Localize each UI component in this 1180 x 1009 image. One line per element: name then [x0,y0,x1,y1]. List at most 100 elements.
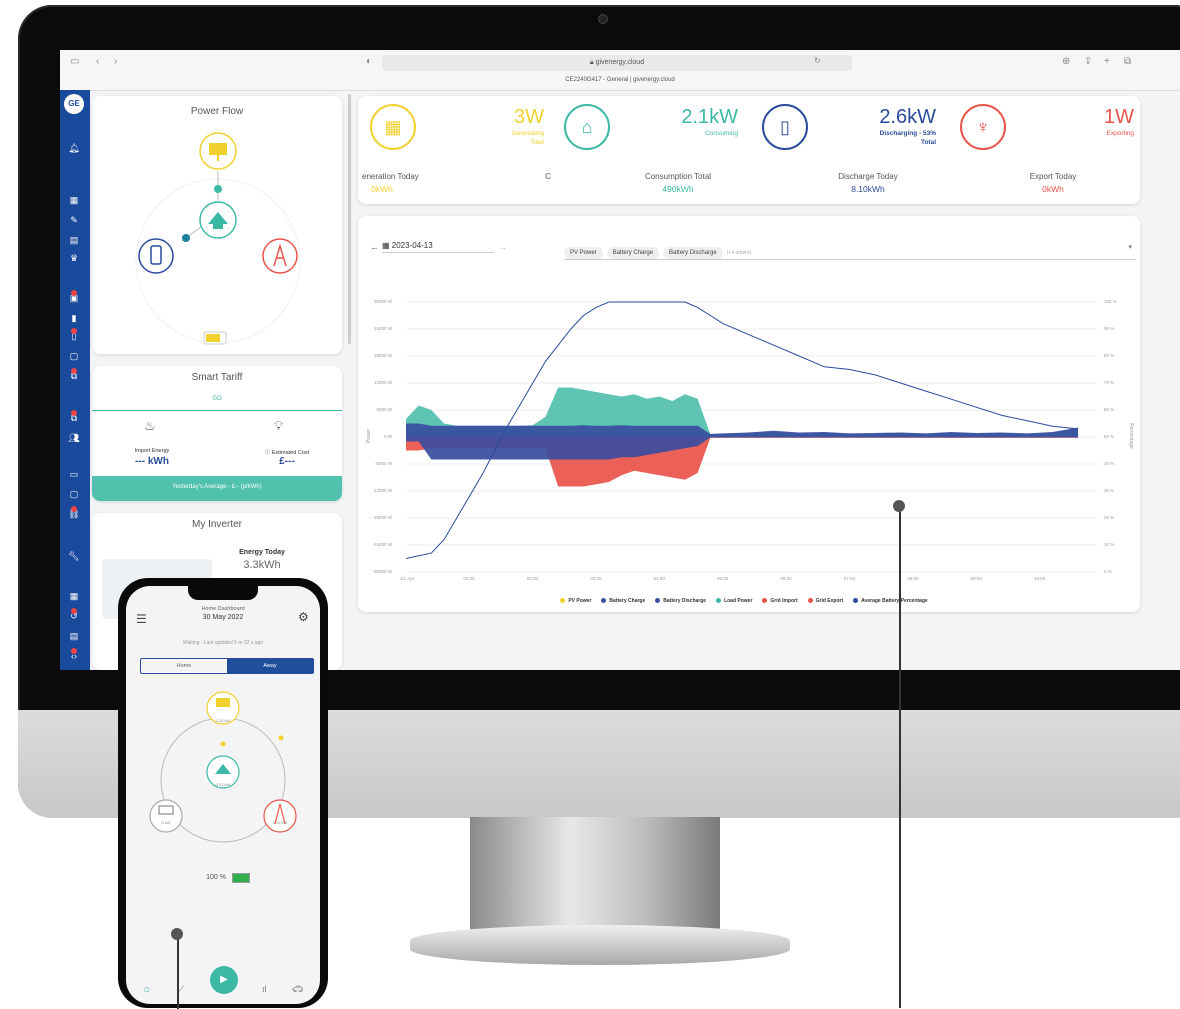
screen: ▭ ‹ › ◐ 🔒︎ givenergy.cloud ↻ ⊕ ⇪ + ⧉ CE2… [60,50,1180,670]
calendar-icon[interactable]: ▦ [67,590,81,602]
total-label: Discharge Today [838,172,898,181]
phone-solar-value: 0.24 kW [215,718,231,723]
next-day-icon[interactable]: → [498,242,507,252]
back-icon[interactable]: ‹ [96,56,99,67]
legend-item[interactable]: Average Battery Percentage [853,598,928,604]
grid-icon[interactable]: ▤ [67,234,81,246]
filter-pill[interactable]: Battery Charge [606,247,660,259]
y-axis-label: Power [366,428,373,444]
report-icon[interactable]: ▤ [67,630,81,642]
legend-label: PV Power [568,597,592,604]
tab-title[interactable]: CE2240G417 - General | givenergy.cloud [60,77,1180,83]
calendar-icon: ▦ [382,241,392,250]
legend-swatch [560,598,566,603]
battery-sidebar-icon[interactable]: ▮ [67,312,81,324]
download-icon[interactable]: ⊕ [1062,56,1070,67]
share-icon[interactable]: ⇪ [1084,56,1092,67]
dashboard-icon[interactable]: ▦ [67,194,81,206]
dropdown-arrow-icon[interactable]: ▾ [1128,243,1132,251]
prev-day-icon[interactable]: ← [370,242,379,252]
total-value: 0kWh [371,184,393,194]
phone-status: Waiting - Last updated 5 m 32 s ago [182,640,264,646]
phone-battery-value: 0 kW [161,820,171,825]
date-picker[interactable]: ▦ 2023-04-13 [382,241,494,253]
phone-trend-tab-icon[interactable]: ⟋ [178,984,184,995]
x-tick-label: 02:00 [526,576,539,581]
history-icon[interactable]: ↺ [67,608,81,622]
menu-icon[interactable]: ☰ [136,612,147,626]
scrollbar[interactable] [348,94,351,344]
stat-value: 2.6kW [879,106,936,128]
stat-label: Exporting [1106,130,1134,137]
filter-pill[interactable]: PV Power [564,247,603,259]
sidebar-toggle-icon[interactable]: ▭ [70,56,79,67]
givenergy-logo[interactable]: GE [64,94,84,114]
y-tick-label: 0 W [383,434,392,439]
y2-tick-label: 50 % [1104,434,1115,439]
shield-icon[interactable]: ◐ [366,56,372,67]
estimated-cost-value: £--- [279,456,295,467]
reload-icon[interactable]: ↻ [814,56,821,65]
phone-notch [188,586,258,600]
series-filter[interactable]: PV Power Battery Charge Battery Discharge(… [564,241,1136,260]
legend-item[interactable]: Battery Charge [601,598,645,604]
phone-home-tab-icon[interactable]: ⌂ [144,984,150,995]
legend-item[interactable]: Grid Import [762,598,798,604]
inverter-icon[interactable]: ▣ [67,290,81,304]
legend-swatch [762,598,768,603]
x-tick-label: 08:00 [907,576,919,581]
message-icon[interactable]: ▭ [67,468,81,480]
battery-icon: ▯ [780,117,790,137]
power-chart [405,301,1098,573]
estimated-cost-label: ⓘ Estimated Cost [242,448,332,456]
phone-play-button[interactable]: ▶ [210,966,238,994]
battery-charge-area [406,437,1078,460]
new-tab-icon[interactable]: + [1104,56,1110,67]
address-bar[interactable]: 🔒︎ givenergy.cloud [382,55,852,71]
meter-icon[interactable]: ▯ [67,328,81,342]
users-icon[interactable]: 👥︎ [67,432,81,444]
callout-dot-desktop [893,500,905,512]
home-away-toggle[interactable]: Home Away [140,658,314,674]
battery-stat-ring: ▯ [762,104,808,150]
legend-swatch [853,598,859,603]
energy-import-icon: ♨ [144,418,156,433]
toggle-away[interactable]: Away [227,659,313,673]
wrench-icon[interactable]: 🔧︎ [67,550,81,562]
legend-item[interactable]: Battery Discharge [655,598,706,604]
y2-axis-label: Percentage [1127,423,1134,449]
total-value: 0kWh [1042,184,1064,194]
forward-icon[interactable]: › [114,56,117,67]
documents-icon[interactable]: ⧉ [67,410,81,424]
smart-tariff-title: Smart Tariff [191,372,243,383]
y2-tick-label: 10 % [1104,542,1115,547]
x-tick-label: 13. Apr [400,576,415,581]
legend-label: Average Battery Percentage [861,597,928,604]
filter-pill[interactable]: Battery Discharge [663,247,723,259]
chat-icon[interactable]: ▢ [67,488,81,500]
legend-item[interactable]: Grid Export [807,598,843,604]
stat-label: Generating [511,130,544,137]
code-icon[interactable]: ‹› [67,648,81,662]
phone-car-tab-icon[interactable]: 🚗︎ [292,984,303,995]
phone-stats-tab-icon[interactable]: ıl [262,984,267,994]
total-label: eneration Today [362,172,419,181]
copy-icon[interactable]: ⧉ [67,368,81,382]
edit-icon[interactable]: ✎ [67,214,81,226]
link-icon[interactable]: ⛓ [67,506,81,520]
legend-item[interactable]: Load Power [716,598,752,604]
y2-tick-label: 100 % [1104,299,1117,304]
lightbulb-icon: 💡︎ [274,418,284,433]
browser-chrome: ▭ ‹ › ◐ 🔒︎ givenergy.cloud ↻ ⊕ ⇪ + ⧉ CE2… [60,50,1180,91]
tabs-icon[interactable]: ⧉ [1124,56,1131,67]
device-icon[interactable]: ▢ [67,350,81,362]
toggle-home[interactable]: Home [141,659,227,673]
phone-solar-icon [216,698,230,707]
crown-icon[interactable]: ♛ [67,252,81,264]
bell-icon[interactable]: 🔔︎ [67,142,81,154]
y2-tick-label: 20 % [1104,515,1115,520]
legend-label: Load Power [724,597,753,604]
settings-gear-icon[interactable]: ⚙ [298,610,309,624]
legend-item[interactable]: PV Power [560,598,591,604]
y2-tick-label: 80 % [1104,353,1115,358]
